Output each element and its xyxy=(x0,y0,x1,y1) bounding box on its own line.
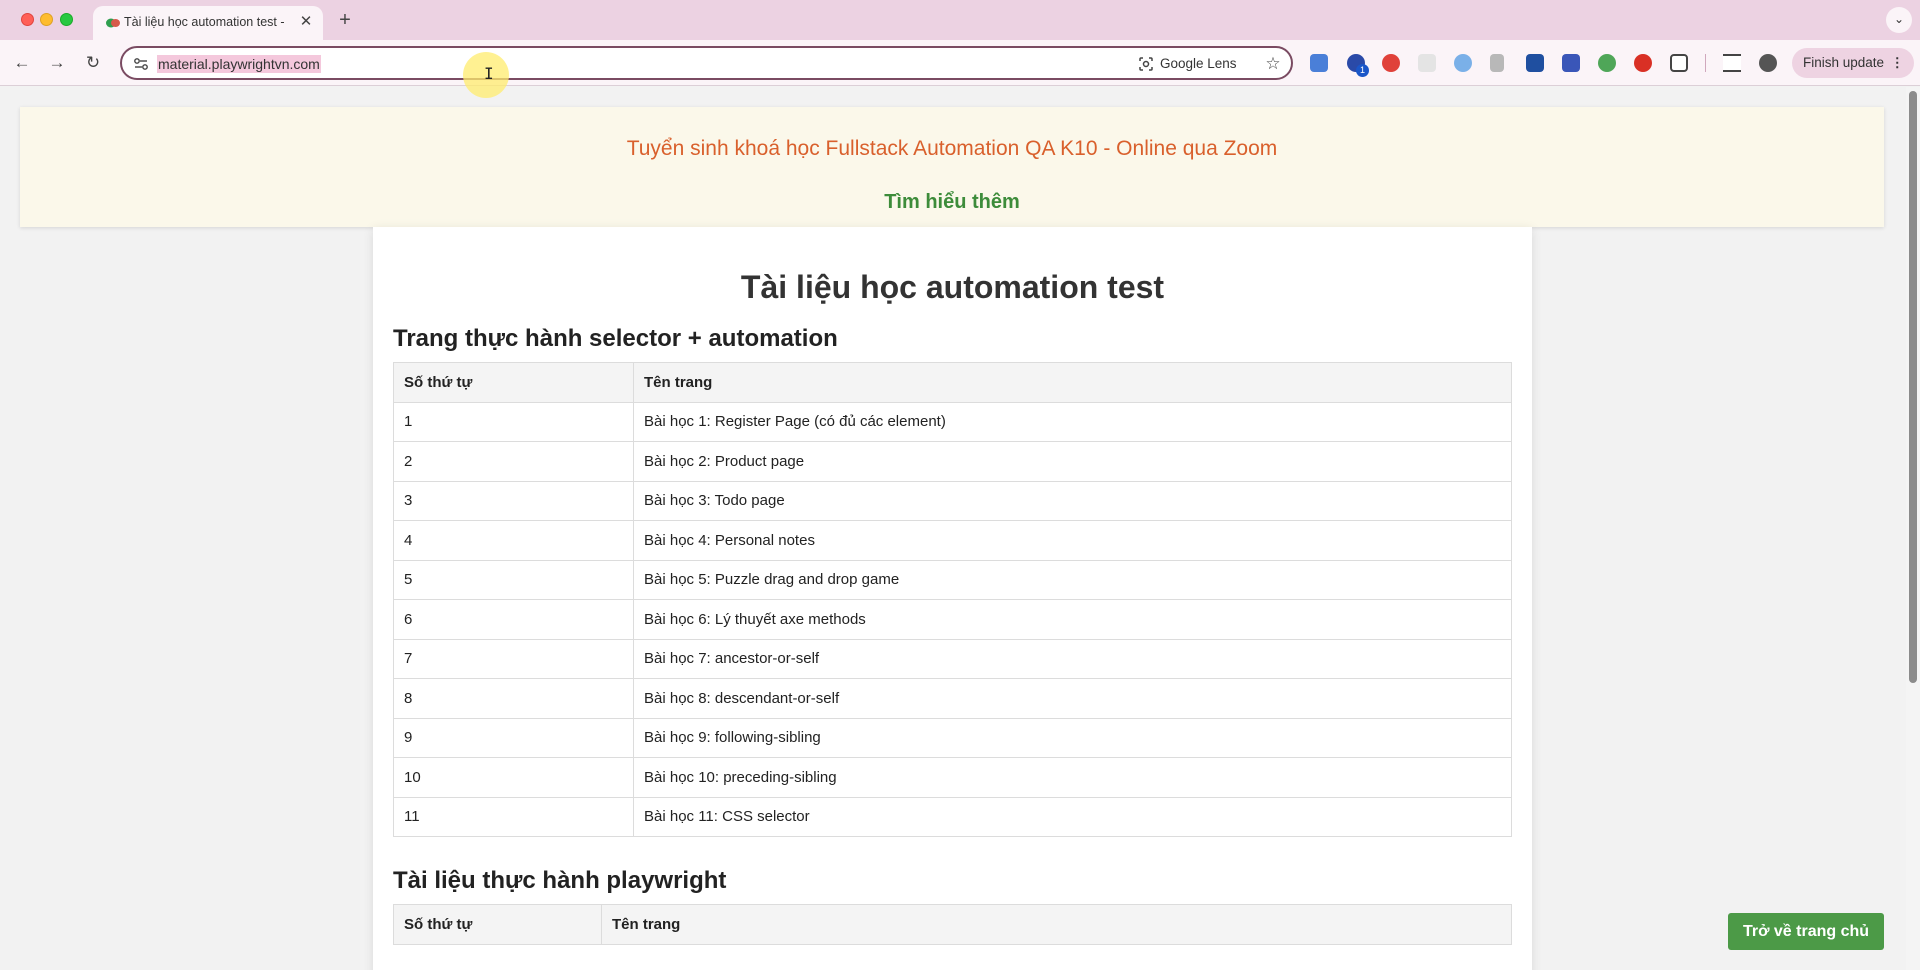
row-number: 2 xyxy=(393,441,634,482)
lesson-link[interactable]: Bài học 6: Lý thuyết axe methods xyxy=(633,599,1512,640)
finish-update-label: Finish update xyxy=(1803,55,1885,70)
translate-extension-icon[interactable] xyxy=(1310,54,1328,72)
lesson-table-playwright: Số thứ tự Tên trang xyxy=(393,904,1512,945)
table-row[interactable]: 6 Bài học 6: Lý thuyết axe methods xyxy=(393,599,1512,640)
finish-update-button[interactable]: Finish update ⋮ xyxy=(1792,48,1914,78)
playwright-favicon-icon xyxy=(106,18,120,28)
navy-extension-icon[interactable] xyxy=(1562,54,1580,72)
back-button[interactable]: ← xyxy=(10,51,34,75)
lesson-link[interactable]: Bài học 10: preceding-sibling xyxy=(633,757,1512,798)
row-number: 6 xyxy=(393,599,634,640)
reload-button[interactable]: ↻ xyxy=(81,51,105,75)
reading-list-icon[interactable] xyxy=(1723,54,1741,72)
tab-search-menu-button[interactable]: ⌄ xyxy=(1886,7,1912,33)
lesson-table-selector: Số thứ tự Tên trang 1 Bài học 1: Register… xyxy=(393,362,1512,837)
lesson-link[interactable]: Bài học 7: ancestor-or-self xyxy=(633,638,1512,679)
red-extension-icon[interactable] xyxy=(1382,54,1400,72)
table-row[interactable]: 8 Bài học 8: descendant-or-self xyxy=(393,678,1512,719)
profile-avatar[interactable] xyxy=(1759,54,1777,72)
tab-title: Tài liệu học automation test - xyxy=(124,15,284,29)
table-row[interactable]: 5 Bài học 5: Puzzle drag and drop game xyxy=(393,559,1512,600)
row-number: 1 xyxy=(393,401,634,442)
forward-button[interactable]: → xyxy=(45,51,69,75)
column-header-order: Số thứ tự xyxy=(393,904,602,945)
table-row[interactable]: 7 Bài học 7: ancestor-or-self xyxy=(393,638,1512,679)
extension-badge-count: 1 xyxy=(1356,64,1369,77)
extensions-puzzle-icon[interactable] xyxy=(1670,54,1688,72)
kebab-menu-icon[interactable]: ⋮ xyxy=(1891,48,1905,78)
window-close-button[interactable] xyxy=(21,13,34,26)
row-number: 7 xyxy=(393,638,634,679)
google-lens-icon xyxy=(1139,57,1153,72)
table-row[interactable]: 3 Bài học 3: Todo page xyxy=(393,480,1512,521)
window-minimize-button[interactable] xyxy=(40,13,53,26)
lesson-link[interactable]: Bài học 2: Product page xyxy=(633,441,1512,482)
scrollbar-thumb[interactable] xyxy=(1909,91,1917,683)
column-header-page-name: Tên trang xyxy=(633,362,1512,403)
lesson-link[interactable]: Bài học 11: CSS selector xyxy=(633,796,1512,837)
browser-tab-bar: Tài liệu học automation test - ✕ + ⌄ xyxy=(0,0,1920,40)
tab-close-icon[interactable]: ✕ xyxy=(297,13,315,31)
table-row[interactable]: 2 Bài học 2: Product page xyxy=(393,441,1512,482)
section-title-selector: Trang thực hành selector + automation xyxy=(393,325,838,352)
column-header-order: Số thứ tự xyxy=(393,362,634,403)
row-number: 4 xyxy=(393,520,634,561)
lesson-link[interactable]: Bài học 4: Personal notes xyxy=(633,520,1512,561)
google-lens-button[interactable]: Google Lens xyxy=(1138,54,1237,74)
table-row[interactable]: 9 Bài học 9: following-sibling xyxy=(393,717,1512,758)
text-cursor-icon: I xyxy=(484,64,494,83)
content-card: Tài liệu học automation test Trang thực … xyxy=(373,227,1532,970)
bracket-extension-icon[interactable] xyxy=(1490,54,1504,72)
grey-extension-icon[interactable] xyxy=(1418,54,1436,72)
page-viewport: Tuyển sinh khoá học Fullstack Automation… xyxy=(0,87,1906,970)
table-header-row: Số thứ tự Tên trang xyxy=(393,904,1512,945)
lesson-link[interactable]: Bài học 1: Register Page (có đủ các elem… xyxy=(633,401,1512,442)
browser-toolbar: ← → ↻ material.playwrightvn.com Google L… xyxy=(0,40,1920,86)
table-header-row: Số thứ tự Tên trang xyxy=(393,362,1512,403)
green-extension-icon[interactable] xyxy=(1598,54,1616,72)
section-title-playwright: Tài liệu thực hành playwright xyxy=(393,867,727,894)
row-number: 5 xyxy=(393,559,634,600)
table-row[interactable]: 1 Bài học 1: Register Page (có đủ các ele… xyxy=(393,401,1512,442)
row-number: 9 xyxy=(393,717,634,758)
banner-title: Tuyển sinh khoá học Fullstack Automation… xyxy=(626,137,1278,160)
page-scrollbar[interactable] xyxy=(1906,87,1920,970)
toolbar-divider xyxy=(1705,54,1706,72)
red-hex-extension-icon[interactable] xyxy=(1634,54,1652,72)
url-text[interactable]: material.playwrightvn.com xyxy=(157,55,321,73)
row-number: 8 xyxy=(393,678,634,719)
new-tab-button[interactable]: + xyxy=(334,9,356,31)
google-lens-label: Google Lens xyxy=(1160,56,1237,71)
lesson-link[interactable]: Bài học 8: descendant-or-self xyxy=(633,678,1512,719)
banner-learn-more-link[interactable]: Tìm hiểu thêm xyxy=(20,191,1884,214)
page-title: Tài liệu học automation test xyxy=(740,269,1165,305)
circle-extension-icon[interactable] xyxy=(1454,54,1472,72)
promo-banner: Tuyển sinh khoá học Fullstack Automation… xyxy=(20,107,1884,227)
back-to-home-button[interactable]: Trở về trang chủ xyxy=(1728,913,1884,950)
table-row[interactable]: 11 Bài học 11: CSS selector xyxy=(393,796,1512,837)
blue-extension-icon[interactable] xyxy=(1526,54,1544,72)
lesson-link[interactable]: Bài học 5: Puzzle drag and drop game xyxy=(633,559,1512,600)
window-maximize-button[interactable] xyxy=(60,13,73,26)
bookmark-star-icon[interactable]: ☆ xyxy=(1262,53,1284,75)
column-header-page-name: Tên trang xyxy=(601,904,1512,945)
browser-tab-active[interactable]: Tài liệu học automation test - ✕ xyxy=(93,6,323,40)
address-bar[interactable]: material.playwrightvn.com Google Lens ☆ xyxy=(120,46,1293,80)
table-row[interactable]: 10 Bài học 10: preceding-sibling xyxy=(393,757,1512,798)
lesson-link[interactable]: Bài học 3: Todo page xyxy=(633,480,1512,521)
lesson-link[interactable]: Bài học 9: following-sibling xyxy=(633,717,1512,758)
site-info-icon[interactable] xyxy=(132,55,150,73)
row-number: 10 xyxy=(393,757,634,798)
row-number: 3 xyxy=(393,480,634,521)
table-row[interactable]: 4 Bài học 4: Personal notes xyxy=(393,520,1512,561)
row-number: 11 xyxy=(393,796,634,837)
